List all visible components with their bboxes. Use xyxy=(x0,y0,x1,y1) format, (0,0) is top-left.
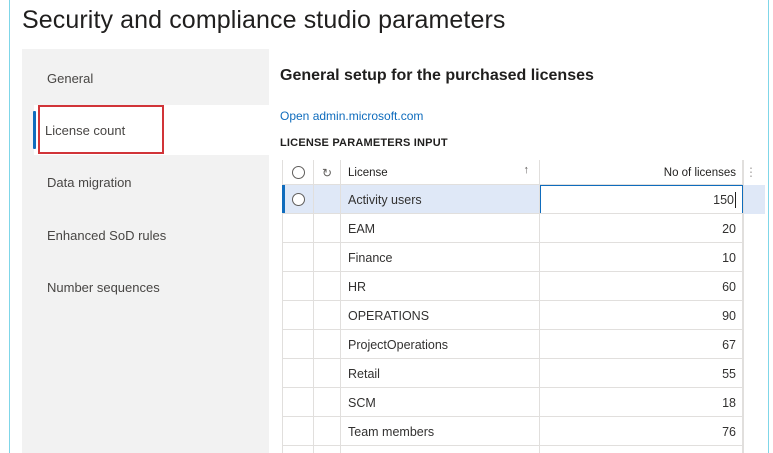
sidebar-item-enhanced-sod-rules[interactable]: Enhanced SoD rules xyxy=(36,210,256,260)
row-spacer-cell xyxy=(314,330,341,359)
column-header-count[interactable]: No of licenses xyxy=(540,160,743,185)
count-cell[interactable]: 67 xyxy=(540,330,743,359)
row-spacer-cell xyxy=(314,446,341,453)
count-cell[interactable]: 55 xyxy=(540,359,743,388)
row-spacer-cell xyxy=(314,301,341,330)
sidebar-item-label: Number sequences xyxy=(47,279,160,295)
count-cell[interactable]: 76 xyxy=(540,417,743,446)
active-indicator xyxy=(33,111,36,149)
row-spacer-cell xyxy=(314,243,341,272)
sidebar-item-label: General xyxy=(47,70,94,86)
row-spacer-cell xyxy=(314,185,341,214)
row-select-cell[interactable] xyxy=(282,359,314,388)
count-input[interactable]: 150 xyxy=(540,185,743,214)
row-select-cell[interactable] xyxy=(282,330,314,359)
more-options-icon[interactable]: ⋮ xyxy=(745,165,757,179)
license-cell[interactable]: Retail xyxy=(341,359,540,388)
row-select-cell[interactable] xyxy=(282,214,314,243)
count-cell[interactable]: 18 xyxy=(540,388,743,417)
refresh-icon: ↻ xyxy=(321,165,333,180)
sidebar-item-label: Enhanced SoD rules xyxy=(47,227,167,243)
count-cell[interactable]: 60 xyxy=(540,272,743,301)
sidebar-item-data-migration[interactable]: Data migration xyxy=(36,157,256,207)
table-row[interactable]: SCM 18 xyxy=(282,388,765,417)
license-cell[interactable]: Activity users xyxy=(341,185,540,214)
table-row[interactable]: Activity users 150 xyxy=(282,185,765,214)
row-spacer-cell xyxy=(314,214,341,243)
table-row[interactable]: EAM 20 xyxy=(282,214,765,243)
row-select-cell[interactable] xyxy=(282,185,314,214)
license-grid: ↻ License ↑ No of licenses ⋮ Activity us… xyxy=(282,160,767,453)
license-cell xyxy=(341,446,540,453)
refresh-cell[interactable]: ↻ xyxy=(314,160,341,185)
license-cell[interactable]: EAM xyxy=(341,214,540,243)
table-row[interactable]: Team members 76 xyxy=(282,417,765,446)
section-title: General setup for the purchased licenses xyxy=(280,67,594,84)
table-row[interactable]: OPERATIONS 90 xyxy=(282,301,765,330)
table-row[interactable]: ProjectOperations 67 xyxy=(282,330,765,359)
license-cell[interactable]: HR xyxy=(341,272,540,301)
row-spacer-cell xyxy=(314,359,341,388)
radio-icon xyxy=(291,193,305,206)
radio-icon xyxy=(291,166,305,179)
group-title: LICENSE PARAMETERS INPUT xyxy=(280,137,448,149)
text-caret xyxy=(735,191,736,208)
license-cell[interactable]: Team members xyxy=(341,417,540,446)
row-spacer-cell xyxy=(314,417,341,446)
highlight-box xyxy=(38,105,164,154)
row-select-cell[interactable] xyxy=(282,417,314,446)
admin-link[interactable]: Open admin.microsoft.com xyxy=(280,109,423,123)
table-row[interactable]: Finance 10 xyxy=(282,243,765,272)
select-all-cell[interactable] xyxy=(282,160,314,185)
count-cell[interactable]: 90 xyxy=(540,301,743,330)
row-spacer-cell xyxy=(314,388,341,417)
count-cell xyxy=(540,446,743,453)
sort-arrow-up-icon: ↑ xyxy=(523,164,530,176)
row-select-cell[interactable] xyxy=(282,388,314,417)
license-cell[interactable]: Finance xyxy=(341,243,540,272)
column-header-license[interactable]: License ↑ xyxy=(341,160,540,185)
grid-right-border xyxy=(743,160,744,453)
row-spacer-cell xyxy=(314,272,341,301)
sidebar-item-number-sequences[interactable]: Number sequences xyxy=(36,262,256,312)
column-header-label: No of licenses xyxy=(663,166,736,179)
license-cell[interactable]: ProjectOperations xyxy=(341,330,540,359)
sidebar-item-general[interactable]: General xyxy=(36,53,256,103)
table-row[interactable]: Retail 55 xyxy=(282,359,765,388)
count-cell[interactable]: 20 xyxy=(540,214,743,243)
page-title: Security and compliance studio parameter… xyxy=(22,6,506,34)
table-row-empty xyxy=(282,446,765,453)
license-cell[interactable]: SCM xyxy=(341,388,540,417)
grid-header: ↻ License ↑ No of licenses ⋮ xyxy=(282,160,765,185)
row-select-cell[interactable] xyxy=(282,272,314,301)
row-select-cell[interactable] xyxy=(282,243,314,272)
sidebar-item-label: Data migration xyxy=(47,174,132,190)
column-header-label: License xyxy=(348,166,388,179)
count-cell[interactable]: 10 xyxy=(540,243,743,272)
count-value: 150 xyxy=(713,192,734,207)
license-cell[interactable]: OPERATIONS xyxy=(341,301,540,330)
row-select-cell[interactable] xyxy=(282,301,314,330)
table-row[interactable]: HR 60 xyxy=(282,272,765,301)
row-select-cell xyxy=(282,446,314,453)
